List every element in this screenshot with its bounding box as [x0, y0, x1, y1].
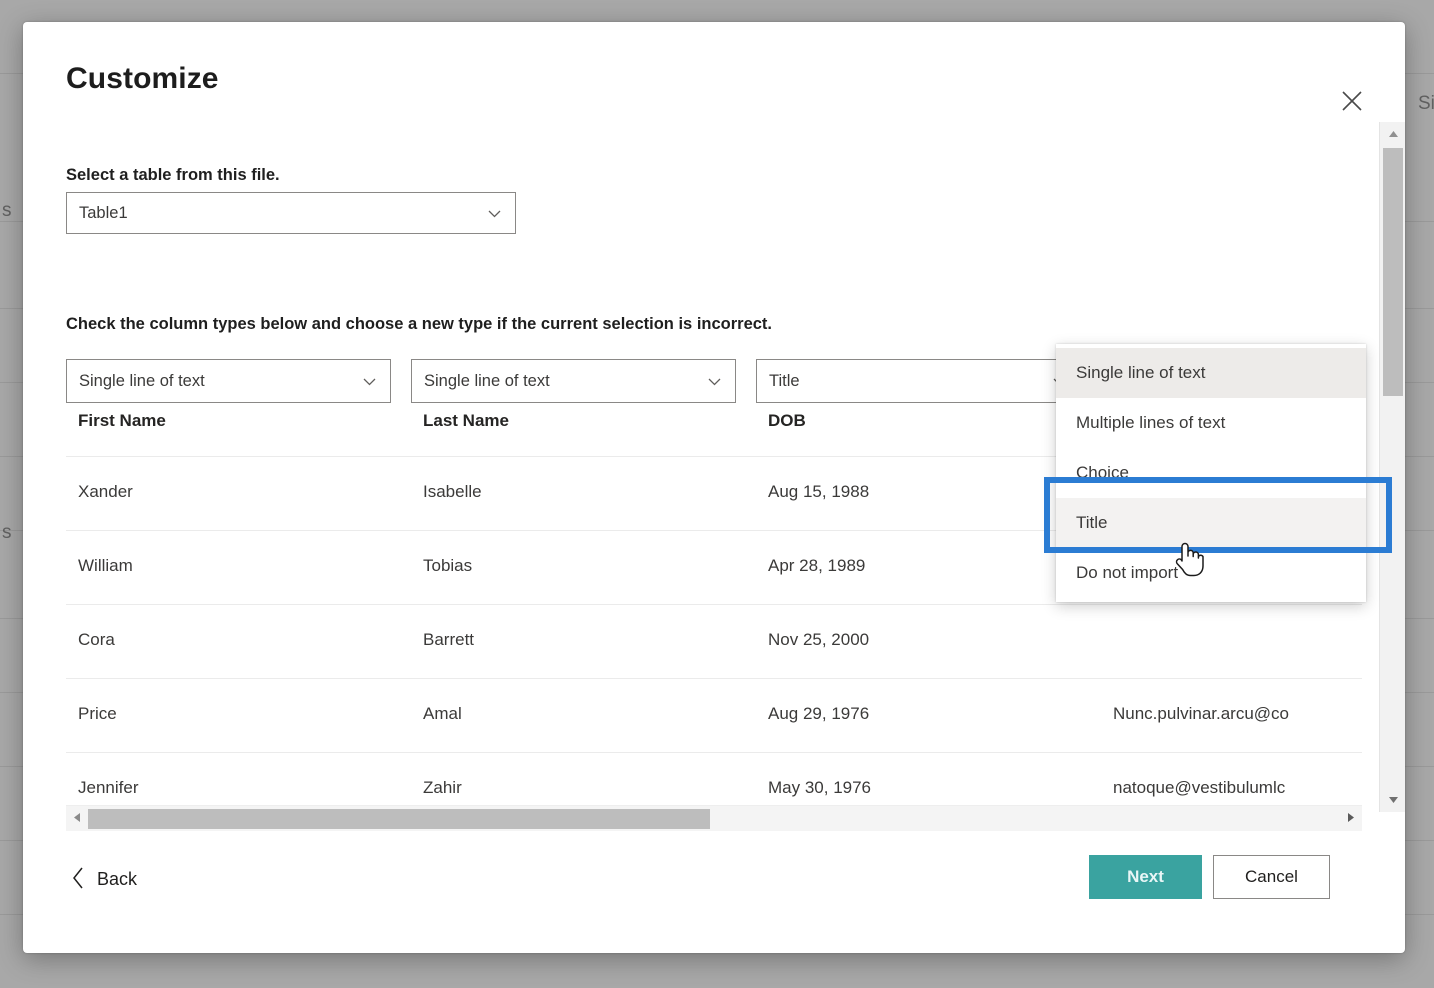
- cell-email: natoque@vestibulumlc: [1113, 778, 1285, 798]
- cell-first-name: Jennifer: [78, 778, 138, 798]
- background-text-fragment: s: [2, 200, 12, 222]
- cell-first-name: Price: [78, 704, 117, 724]
- column-header-last-name: Last Name: [423, 411, 509, 431]
- cell-dob: Aug 29, 1976: [768, 704, 869, 724]
- cell-dob: May 30, 1976: [768, 778, 871, 798]
- chevron-down-icon: [361, 373, 378, 390]
- vertical-scrollbar-thumb[interactable]: [1383, 148, 1403, 396]
- table-row[interactable]: Cora Barrett Nov 25, 2000: [66, 604, 1362, 678]
- background-text-fragment: s: [2, 522, 12, 544]
- column-type-value: Title: [769, 372, 1051, 391]
- cell-last-name: Isabelle: [423, 482, 482, 502]
- triangle-right-icon: [1347, 810, 1355, 828]
- cell-first-name: Xander: [78, 482, 133, 502]
- column-header-first-name: First Name: [78, 411, 166, 431]
- back-button[interactable]: Back: [68, 863, 141, 896]
- menu-item-do-not-import[interactable]: Do not import: [1056, 548, 1366, 598]
- chevron-down-icon: [706, 373, 723, 390]
- table-select[interactable]: Table1: [66, 192, 516, 234]
- chevron-down-icon: [486, 205, 503, 222]
- horizontal-scrollbar[interactable]: [66, 805, 1362, 831]
- column-type-select-1[interactable]: Single line of text: [411, 359, 736, 403]
- horizontal-scrollbar-thumb[interactable]: [88, 809, 710, 829]
- triangle-up-icon: [1388, 125, 1399, 143]
- cell-last-name: Barrett: [423, 630, 474, 650]
- column-type-dropdown-menu: Single line of text Multiple lines of te…: [1056, 344, 1366, 602]
- close-button[interactable]: [1335, 84, 1369, 118]
- column-type-select-2[interactable]: Title: [756, 359, 1081, 403]
- cell-dob: Apr 28, 1989: [768, 556, 865, 576]
- cell-last-name: Zahir: [423, 778, 462, 798]
- column-type-value: Single line of text: [79, 372, 361, 391]
- triangle-left-icon: [73, 810, 81, 828]
- column-type-select-0[interactable]: Single line of text: [66, 359, 391, 403]
- cell-first-name: William: [78, 556, 133, 576]
- vertical-scrollbar[interactable]: [1379, 122, 1405, 812]
- menu-item-title[interactable]: Title: [1056, 498, 1366, 548]
- back-button-label: Back: [97, 869, 137, 890]
- menu-item-single-line-of-text[interactable]: Single line of text: [1056, 348, 1366, 398]
- next-button[interactable]: Next: [1089, 855, 1202, 899]
- cell-email: Nunc.pulvinar.arcu@co: [1113, 704, 1289, 724]
- scroll-left-button[interactable]: [66, 806, 88, 832]
- background-text-fragment: Si: [1418, 93, 1434, 115]
- cell-first-name: Cora: [78, 630, 115, 650]
- scroll-right-button[interactable]: [1340, 806, 1362, 832]
- chevron-left-icon: [72, 867, 85, 892]
- cell-dob: Nov 25, 2000: [768, 630, 869, 650]
- table-select-value: Table1: [79, 204, 486, 223]
- menu-item-multiple-lines-of-text[interactable]: Multiple lines of text: [1056, 398, 1366, 448]
- page-title: Customize: [66, 62, 219, 96]
- menu-item-choice[interactable]: Choice: [1056, 448, 1366, 498]
- close-icon: [1341, 90, 1363, 112]
- column-type-value: Single line of text: [424, 372, 706, 391]
- cell-last-name: Amal: [423, 704, 462, 724]
- scroll-down-button[interactable]: [1380, 788, 1406, 812]
- scroll-up-button[interactable]: [1380, 122, 1406, 146]
- cell-last-name: Tobias: [423, 556, 472, 576]
- table-select-label: Select a table from this file.: [66, 166, 280, 185]
- cell-dob: Aug 15, 1988: [768, 482, 869, 502]
- column-header-dob: DOB: [768, 411, 806, 431]
- column-types-label: Check the column types below and choose …: [66, 315, 772, 334]
- triangle-down-icon: [1388, 791, 1399, 809]
- table-row[interactable]: Price Amal Aug 29, 1976 Nunc.pulvinar.ar…: [66, 678, 1362, 752]
- cancel-button[interactable]: Cancel: [1213, 855, 1330, 899]
